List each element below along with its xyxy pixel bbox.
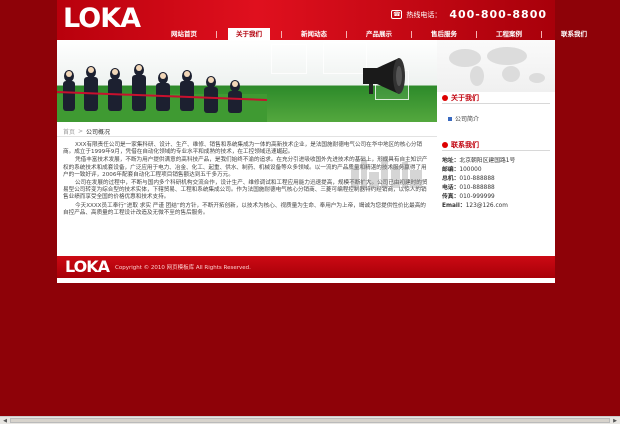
loudspeaker-illustration xyxy=(363,58,405,94)
nav-contact[interactable]: 联系我们 xyxy=(553,28,595,40)
site-footer: LOKA Copyright © 2010 网页模板库 All Rights R… xyxy=(57,256,555,278)
nav-divider xyxy=(216,30,217,38)
contact-address: 地址：北京朝阳区建国路1号 xyxy=(442,158,516,164)
contact-email: Email：123@126.com xyxy=(442,203,508,209)
sidebar-about-heading: 关于我们 xyxy=(442,92,550,104)
hotline-number: 400-800-8800 xyxy=(449,8,547,21)
world-map-graphic xyxy=(437,40,555,92)
breadcrumb-separator: > xyxy=(78,128,84,135)
copyright-text: Copyright © 2010 网页模板库 All Rights Reserv… xyxy=(115,265,251,271)
sidebar-link-company-profile[interactable]: 公司简介 xyxy=(448,114,550,123)
scrollbar-thumb[interactable] xyxy=(10,418,610,423)
nav-cases[interactable]: 工程案例 xyxy=(488,28,530,40)
divider xyxy=(57,136,437,137)
sidebar-link-label: 公司简介 xyxy=(455,116,480,123)
contact-postcode: 邮编：100000 xyxy=(442,167,482,173)
sidebar-contact-title: 联系我们 xyxy=(451,140,479,149)
scroll-left-arrow-icon[interactable]: ◀ xyxy=(1,418,9,424)
banner-frame xyxy=(271,44,307,74)
world-map-icon xyxy=(449,47,545,86)
nav-news[interactable]: 新闻动态 xyxy=(293,28,335,40)
contact-phone: 电话：010-888888 xyxy=(442,185,495,191)
scroll-right-arrow-icon[interactable]: ▶ xyxy=(611,418,619,424)
sidebar: 关于我们 公司简介 联系我们 地址：北京朝阳区建国路1号 邮编：100000 总… xyxy=(442,92,550,211)
nav-divider xyxy=(411,30,412,38)
breadcrumb: 首页 > 公司概况 xyxy=(63,127,110,136)
nav-about[interactable]: 关于我们 xyxy=(228,28,270,40)
banner-image xyxy=(57,40,437,122)
footer-bottom-band xyxy=(57,278,555,283)
breadcrumb-current: 公司概况 xyxy=(86,129,111,136)
nav-service[interactable]: 售后服务 xyxy=(423,28,465,40)
footer-logo: LOKA xyxy=(65,257,110,276)
sidebar-contact-heading: 联系我们 xyxy=(442,139,550,151)
nav-home[interactable]: 网站首页 xyxy=(163,28,205,40)
bullet-icon xyxy=(442,94,448,101)
contact-switchboard: 总机：010-888888 xyxy=(442,176,495,182)
contact-fax: 传真：010-999999 xyxy=(442,194,495,200)
city-skyline-watermark xyxy=(351,156,422,188)
nav-divider xyxy=(541,30,542,38)
square-bullet-icon xyxy=(448,116,452,121)
hotline: ☎ 热线电话： 400-800-8800 xyxy=(391,8,547,21)
nav-divider xyxy=(346,30,347,38)
breadcrumb-home[interactable]: 首页 xyxy=(63,127,75,136)
hotline-label: 热线电话： xyxy=(406,10,442,19)
site-header: LOKA ☎ 热线电话： 400-800-8800 网站首页 关于我们 新闻动态… xyxy=(57,0,587,40)
contact-list: 地址：北京朝阳区建国路1号 邮编：100000 总机：010-888888 电话… xyxy=(442,157,550,211)
article-paragraph: 今天XXXX员工奉行“进取 求实 严谨 团结”的方针，不断开拓创新，以技术为核心… xyxy=(63,202,426,216)
nav-products[interactable]: 产品展示 xyxy=(358,28,400,40)
tug-of-war-illustration xyxy=(57,64,267,122)
nav-divider xyxy=(281,30,282,38)
main-nav: 网站首页 关于我们 新闻动态 产品展示 售后服务 工程案例 联系我们 xyxy=(162,28,596,40)
bullet-icon xyxy=(442,141,448,148)
page-container: LOKA ☎ 热线电话： 400-800-8800 网站首页 关于我们 新闻动态… xyxy=(57,0,587,283)
sidebar-about-title: 关于我们 xyxy=(451,93,479,102)
horizontal-scrollbar[interactable]: ◀ ▶ xyxy=(0,416,620,424)
phone-icon: ☎ xyxy=(391,10,403,19)
nav-divider xyxy=(476,30,477,38)
site-logo[interactable]: LOKA xyxy=(63,4,141,34)
